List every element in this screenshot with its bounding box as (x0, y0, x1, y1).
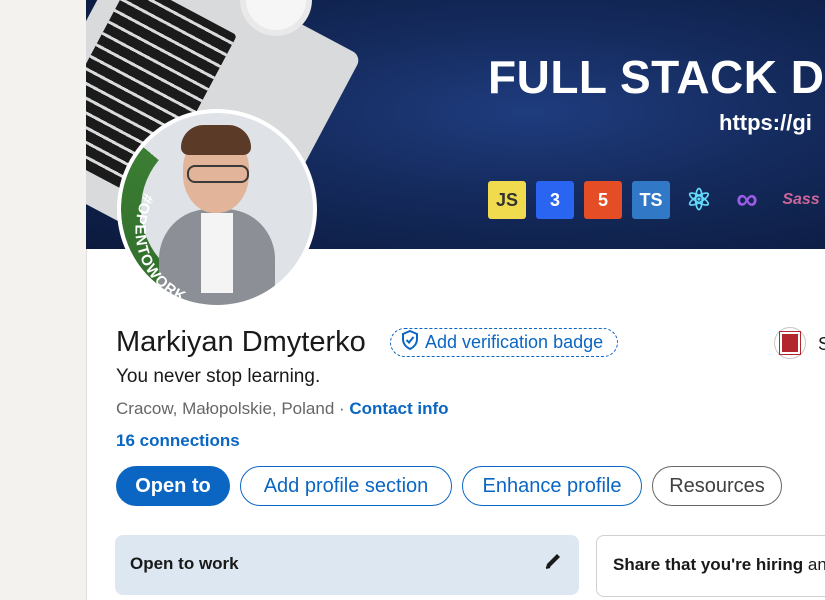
location-text: Cracow, Małopolskie, Poland (116, 399, 335, 418)
profile-name: Markiyan Dmyterko (116, 326, 366, 358)
company-logo[interactable] (774, 327, 806, 359)
html5-icon: 5 (584, 181, 622, 219)
contact-info-link[interactable]: Contact info (349, 399, 448, 418)
avatar: #OPENTOWORK (121, 113, 313, 305)
share-hiring-text: Share that you're hiring an (613, 555, 825, 574)
open-to-work-card[interactable]: Open to work (115, 535, 579, 595)
banner-title: FULL STACK DE (488, 51, 825, 103)
profile-location: Cracow, Małopolskie, Poland · Contact in… (116, 399, 449, 419)
verification-label: Add verification badge (425, 332, 604, 352)
open-to-work-badge-text: #OPENTOWORK (131, 191, 188, 305)
add-profile-section-button[interactable]: Add profile section (240, 466, 452, 506)
css3-icon: 3 (536, 181, 574, 219)
profile-photo[interactable]: #OPENTOWORK (117, 109, 317, 309)
javascript-icon: JS (488, 181, 526, 219)
add-verification-badge-button[interactable]: Add verification badge (390, 328, 619, 357)
banner-url: https://gi (719, 110, 812, 135)
connections-link[interactable]: 16 connections (116, 431, 240, 451)
typescript-icon: TS (632, 181, 670, 219)
share-hiring-card[interactable]: Share that you're hiring an (596, 535, 825, 597)
svg-text:#OPENTOWORK: #OPENTOWORK (131, 191, 188, 305)
resources-button[interactable]: Resources (652, 466, 782, 506)
profile-headline: You never stop learning. (116, 366, 321, 387)
open-to-work-title: Open to work (130, 554, 239, 573)
enhance-profile-button[interactable]: Enhance profile (462, 466, 642, 506)
company-name[interactable]: S (818, 334, 825, 355)
tech-icons-row: JS 3 5 TS ⚛ ∞ Sass (488, 181, 825, 219)
open-to-button[interactable]: Open to (116, 466, 230, 506)
redux-icon: ∞ (736, 183, 758, 216)
shield-check-icon (401, 329, 419, 355)
pencil-icon[interactable] (543, 551, 563, 576)
sass-icon: Sass (782, 191, 820, 208)
react-icon: ⚛ (685, 183, 713, 217)
location-separator: · (334, 399, 350, 418)
